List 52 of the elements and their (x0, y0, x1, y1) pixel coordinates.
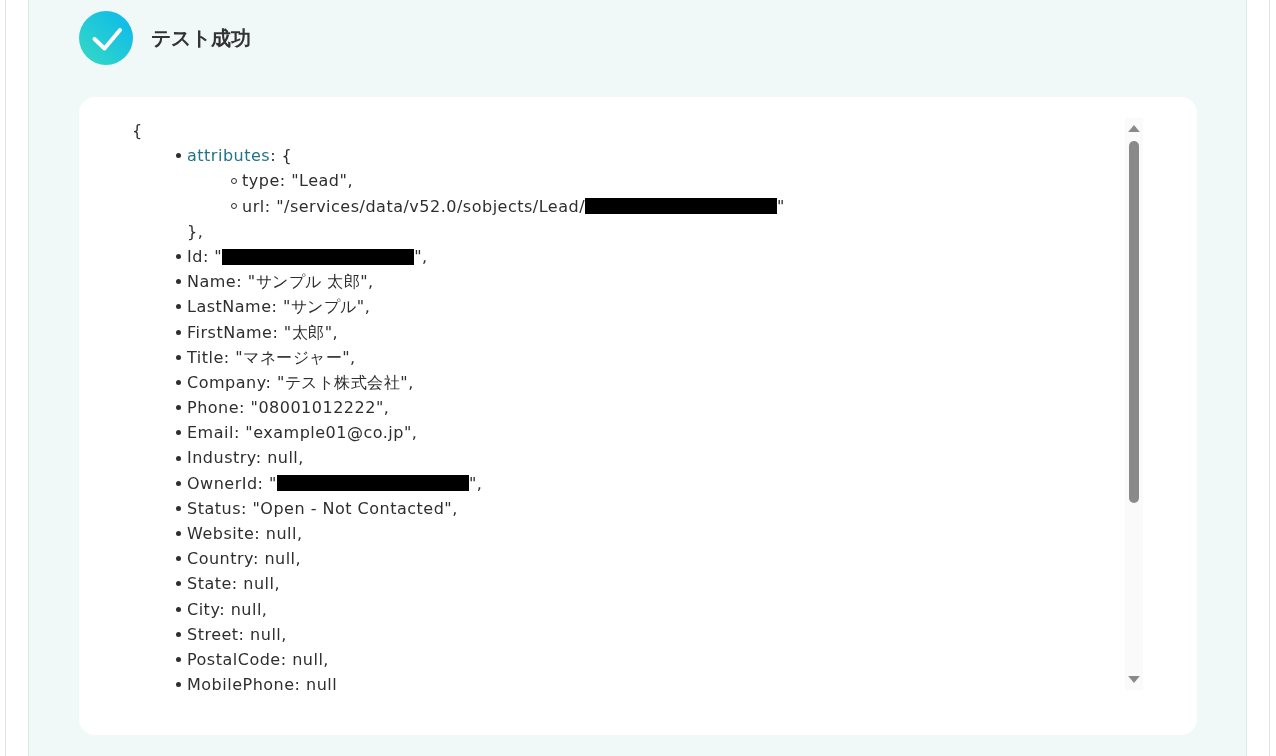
bullet-icon (176, 531, 181, 537)
json-entry-end: ", (468, 472, 483, 495)
json-entry: LastName: "サンプル", (187, 296, 371, 319)
json-entry: OwnerId: " (187, 472, 277, 495)
bullet-icon (176, 304, 181, 310)
bullet-icon (176, 254, 181, 260)
result-title: テスト成功 (151, 24, 251, 52)
bullet-icon (176, 329, 181, 335)
bullet-icon (176, 379, 181, 385)
json-entry: Name: "サンプル 太郎", (187, 271, 374, 294)
json-entry: Title: "マネージャー", (187, 346, 356, 369)
json-entry: FirstName: "太郎", (187, 321, 339, 344)
bullet-icon (176, 153, 181, 159)
bullet-icon (176, 682, 181, 688)
json-entry: Email: "example01@co.jp", (187, 422, 418, 445)
scrollbar[interactable] (1125, 118, 1143, 690)
bullet-icon (176, 354, 181, 360)
json-entry-end: ", (414, 245, 428, 268)
json-entry: Company: "テスト株式会社", (187, 371, 414, 394)
json-entry: Website: null, (187, 523, 303, 545)
json-entry: Id: " (187, 245, 223, 268)
object-key-link[interactable]: attributes (187, 143, 271, 169)
json-entry: url: "/services/data/v52.0/sobjects/Lead/ (242, 195, 586, 218)
scrollbar-thumb[interactable] (1129, 141, 1139, 503)
json-entry: Street: null, (187, 623, 287, 646)
json-entry: Phone: "08001012222", (187, 397, 390, 420)
bullet-icon (176, 279, 181, 285)
scroll-up-arrow-icon[interactable] (1128, 125, 1140, 132)
closing-brace: }, (187, 220, 205, 243)
bullet-icon (176, 455, 181, 461)
scroll-down-arrow-icon[interactable] (1128, 676, 1140, 683)
json-entry: City: null, (187, 598, 268, 621)
json-entry: attributes: { (187, 143, 785, 169)
json-entry-end: " (777, 195, 785, 218)
bullet-icon (176, 556, 181, 562)
bullet-icon (176, 480, 181, 486)
bullet-icon (176, 657, 181, 663)
check-icon (79, 11, 133, 65)
bullet-icon (176, 405, 181, 411)
json-entry: Country: null, (187, 548, 302, 571)
bullet-icon (176, 505, 181, 511)
bullet-icon (176, 581, 181, 587)
bullet-icon (176, 606, 181, 612)
json-entry: Industry: null, (187, 447, 304, 470)
json-entry: MobilePhone: null (187, 674, 338, 697)
json-entry: PostalCode: null, (187, 648, 329, 671)
json-entry: type: "Lead", (242, 170, 353, 193)
json-entry: State: null, (187, 573, 281, 596)
bullet-icon (176, 631, 181, 637)
opening-brace: { (132, 120, 144, 142)
json-entry: Status: "Open - Not Contacted", (187, 497, 458, 520)
bullet-icon (176, 430, 181, 436)
